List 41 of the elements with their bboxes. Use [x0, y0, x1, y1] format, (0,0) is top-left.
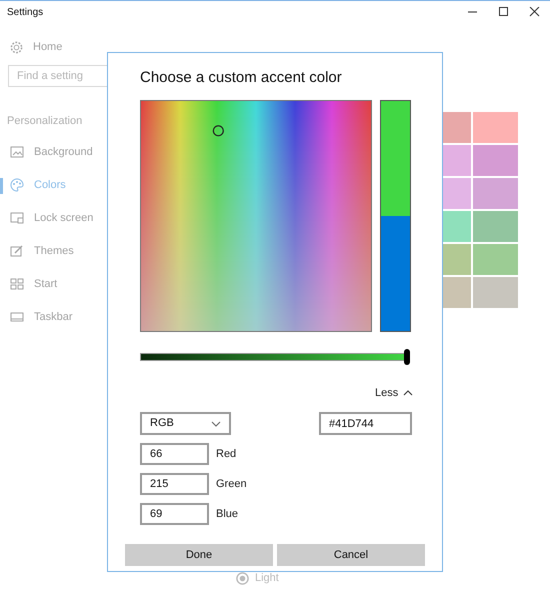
palette-icon: [10, 178, 24, 192]
maximize-icon: [498, 7, 509, 17]
color-swatch[interactable]: [473, 145, 518, 176]
color-swatch[interactable]: [440, 211, 471, 242]
color-swatch[interactable]: [440, 244, 471, 275]
radio-label: Light: [255, 571, 279, 586]
channel-field[interactable]: 66: [140, 443, 209, 465]
color-swatch[interactable]: [473, 277, 518, 308]
settings-icon: [10, 41, 23, 54]
color-swatch[interactable]: [440, 112, 471, 143]
channel-field[interactable]: 215: [140, 473, 209, 495]
chevron-icon: [211, 420, 221, 426]
hex-field[interactable]: #41D744: [319, 412, 412, 435]
color-swatch[interactable]: [440, 277, 471, 308]
less-toggle[interactable]: Less: [375, 384, 414, 401]
channel-label: Blue: [216, 506, 238, 522]
section-heading: Personalization: [6, 114, 84, 129]
lock-screen-icon: [10, 211, 24, 225]
caret-icon: [403, 390, 414, 396]
cancel-button[interactable]: Cancel: [277, 544, 425, 566]
channel-label: Red: [216, 446, 236, 462]
window-title: Settings: [7, 6, 44, 20]
color-spectrum[interactable]: [140, 100, 372, 332]
done-button[interactable]: Done: [125, 544, 273, 566]
slider-thumb[interactable]: [404, 348, 410, 364]
brightness-slider[interactable]: [140, 348, 410, 364]
tiles-icon: [10, 277, 24, 291]
color-swatch[interactable]: [473, 244, 518, 275]
color-swatch[interactable]: [473, 112, 518, 143]
color-swatch[interactable]: [473, 178, 518, 209]
picture-icon: [10, 145, 24, 159]
close-icon: [529, 7, 540, 17]
color-swatch[interactable]: [440, 178, 471, 209]
channel-field[interactable]: 69: [140, 503, 209, 525]
color-swatch[interactable]: [440, 145, 471, 176]
channel-label: Green: [216, 476, 247, 492]
radio-button[interactable]: [236, 572, 249, 585]
color-swatch[interactable]: [473, 211, 518, 242]
brush-icon: [10, 244, 24, 258]
model-dropdown[interactable]: RGB: [140, 412, 231, 435]
taskbar-icon: [10, 310, 24, 324]
